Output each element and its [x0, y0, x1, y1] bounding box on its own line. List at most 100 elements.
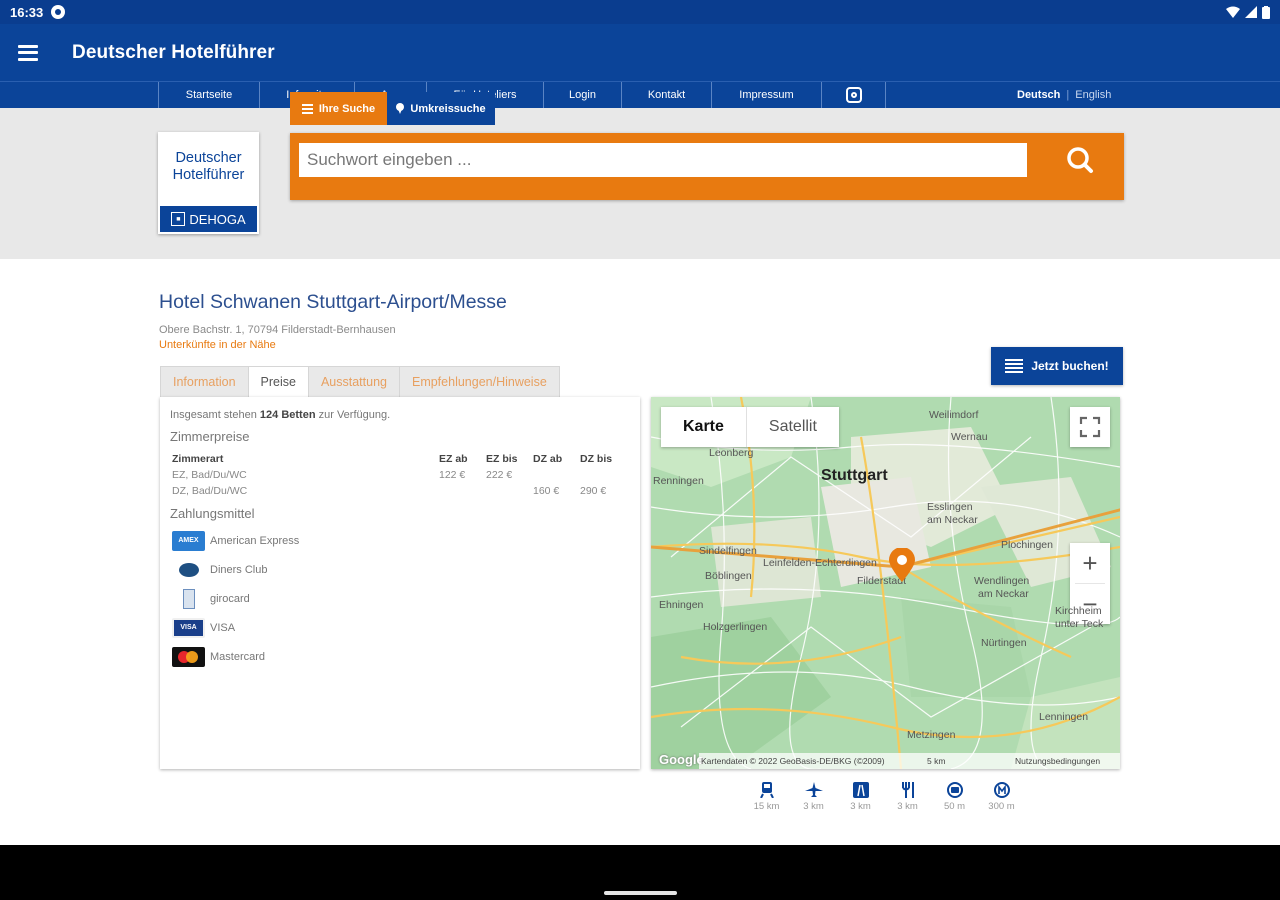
fullscreen-icon	[1079, 416, 1101, 438]
map-place-label: Nürtingen	[981, 637, 1027, 649]
dehoga-badge: ■ DEHOGA	[160, 206, 257, 232]
nav-startseite[interactable]: Startseite	[158, 82, 259, 108]
table-cell: DZ, Bad/Du/WC	[172, 485, 248, 497]
map-type-karte[interactable]: Karte	[661, 407, 747, 447]
search-area: Deutscher Hotelführer ■ DEHOGA	[0, 108, 1280, 259]
search-input[interactable]	[299, 143, 1027, 177]
map-place-label: Ehningen	[659, 599, 704, 611]
map-type-satellit[interactable]: Satellit	[747, 407, 839, 447]
hotel-location-marker-icon[interactable]	[889, 548, 915, 582]
map-city-label: Stuttgart	[821, 467, 888, 484]
table-row: EZ, Bad/Du/WC 122 € 222 €	[172, 467, 627, 483]
logo-line1: Deutscher	[175, 150, 242, 166]
payment-title: Zahlungsmittel	[170, 506, 255, 521]
menu-icon[interactable]	[18, 44, 38, 61]
distance-subway: 300 m	[978, 782, 1025, 812]
map-place-label: Wernau	[951, 431, 988, 443]
col-dz-ab: DZ ab	[533, 453, 563, 465]
train-icon	[759, 782, 774, 798]
map-place-label: Sindelfingen	[699, 545, 757, 557]
fullscreen-button[interactable]	[1070, 407, 1110, 447]
table-cell	[439, 483, 486, 499]
zoom-in-button[interactable]: +	[1070, 543, 1110, 583]
distance-highway: 3 km	[837, 782, 884, 812]
book-now-button[interactable]: Jetzt buchen!	[991, 347, 1123, 385]
prices-panel: Insgesamt stehen 124 Betten zur Verfügun…	[160, 397, 640, 769]
diners-card-icon	[172, 559, 205, 580]
list-item: AMEX American Express	[172, 526, 299, 555]
table-cell: 222 €	[486, 469, 513, 481]
language-switch: Deutsch | English	[1017, 82, 1111, 108]
map-terms-link[interactable]: Nutzungsbedingungen	[1015, 756, 1100, 766]
map-place-label: Esslingen	[927, 501, 973, 513]
tab-preise[interactable]: Preise	[247, 366, 309, 397]
status-time: 16:33	[10, 4, 44, 20]
location-pin-icon	[396, 103, 405, 114]
app-title: Deutscher Hotelführer	[72, 41, 275, 63]
payment-list: AMEX American Express Diners Club giroca…	[172, 526, 299, 671]
table-header: Zimmerart EZ ab EZ bis DZ ab DZ bis	[172, 451, 627, 467]
distance-value: 50 m	[943, 801, 966, 812]
map-attribution-bar: Kartendaten © 2022 GeoBasis-DE/BKG (©200…	[651, 753, 1120, 769]
map-view[interactable]: Karte Satellit + − Stuttgart Weilimdorf …	[651, 397, 1120, 769]
table-cell: 160 €	[533, 485, 560, 497]
map-place-label: Renningen	[653, 475, 704, 487]
mastercard-icon	[172, 646, 205, 667]
distance-bus: 50 m	[931, 782, 978, 812]
girocard-icon	[172, 588, 205, 609]
distance-value: 15 km	[753, 801, 780, 812]
instagram-icon	[845, 87, 862, 103]
map-place-label: Leinfelden-Echterdingen	[763, 557, 877, 569]
list-icon	[1005, 359, 1024, 373]
table-cell	[580, 467, 627, 483]
wifi-icon	[1226, 6, 1240, 18]
search-box	[290, 133, 1124, 200]
dehoga-label: DEHOGA	[189, 211, 246, 227]
table-cell: 122 €	[439, 469, 466, 481]
search-button[interactable]	[1060, 143, 1100, 177]
nav-login[interactable]: Login	[543, 82, 621, 108]
tab-empfehlungen[interactable]: Empfehlungen/Hinweise	[398, 366, 560, 397]
nearby-accommodations-link[interactable]: Unterkünfte in der Nähe	[159, 339, 276, 351]
table-cell	[486, 483, 533, 499]
dehoga-mark-icon: ■	[171, 212, 186, 226]
nav-instagram[interactable]	[821, 82, 886, 108]
map-place-label: am Neckar	[978, 588, 1029, 600]
lang-english[interactable]: English	[1075, 82, 1111, 108]
bus-icon	[946, 782, 963, 798]
distance-value: 3 km	[897, 801, 918, 812]
restaurant-icon	[901, 782, 914, 798]
list-item: VISA VISA	[172, 613, 299, 642]
distance-restaurant: 3 km	[884, 782, 931, 812]
tab-ihre-suche[interactable]: Ihre Suche	[290, 92, 387, 125]
tab-umkreissuche[interactable]: Umkreissuche	[387, 92, 495, 125]
beds-info: Insgesamt stehen 124 Betten zur Verfügun…	[170, 409, 390, 421]
lang-deutsch[interactable]: Deutsch	[1017, 82, 1060, 108]
logo-text: Deutscher Hotelführer	[158, 150, 259, 184]
tab-information[interactable]: Information	[160, 366, 249, 397]
map-scale: 5 km	[927, 756, 946, 766]
table-cell	[533, 467, 580, 483]
home-gesture-handle[interactable]	[604, 891, 677, 895]
map-type-toggle: Karte Satellit	[661, 407, 839, 447]
map-place-label: Holzgerlingen	[703, 621, 768, 633]
battery-icon	[1262, 5, 1270, 19]
nav-kontakt[interactable]: Kontakt	[621, 82, 711, 108]
map-place-label: Wendlingen	[974, 575, 1030, 587]
col-dz-bis: DZ bis	[580, 453, 613, 465]
payment-label: American Express	[210, 534, 300, 547]
table-cell: EZ, Bad/Du/WC	[172, 469, 247, 481]
beds-count: 124 Betten	[259, 409, 316, 421]
map-place-label: Plochingen	[1001, 539, 1053, 551]
map-place-label: Leonberg	[709, 447, 754, 459]
nav-impressum[interactable]: Impressum	[711, 82, 821, 108]
signal-icon	[1245, 6, 1257, 18]
distance-value: 300 m	[988, 801, 1015, 812]
tab-ihre-suche-label: Ihre Suche	[318, 102, 376, 115]
payment-label: girocard	[210, 592, 250, 605]
status-bar: 16:33	[0, 0, 1280, 24]
tab-ausstattung[interactable]: Ausstattung	[307, 366, 400, 397]
site-logo[interactable]: Deutscher Hotelführer ■ DEHOGA	[158, 132, 259, 234]
highway-icon	[852, 782, 869, 798]
payment-label: Diners Club	[210, 563, 268, 576]
